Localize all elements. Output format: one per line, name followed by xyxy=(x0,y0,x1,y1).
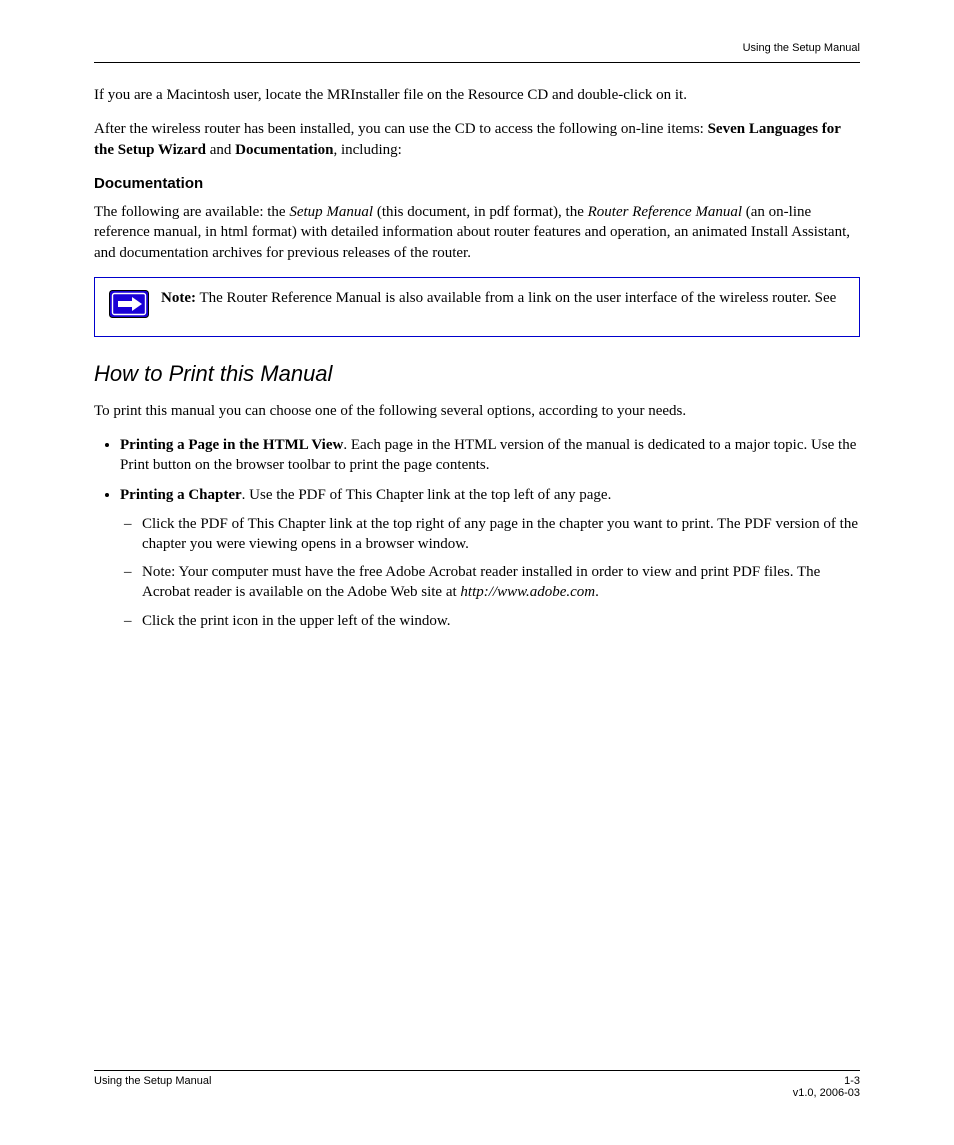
docs-p-prefix: The following are available: the xyxy=(94,204,289,220)
bullet-0-bold: Printing a Page in the HTML View xyxy=(120,437,343,453)
header-rule xyxy=(94,62,860,63)
print-options-list: Printing a Page in the HTML View. Each p… xyxy=(94,435,860,631)
sub-list: Click the PDF of This Chapter link at th… xyxy=(120,514,860,631)
list-item: Note: Your computer must have the free A… xyxy=(142,562,860,603)
bullet-1-bold: Printing a Chapter xyxy=(120,487,242,503)
note-box: Note: The Router Reference Manual is als… xyxy=(94,277,860,337)
footer-right: 1-3 v1.0, 2006-03 xyxy=(793,1075,860,1099)
adobe-link: http://www.adobe.com xyxy=(460,584,595,600)
docs-italic-a: Setup Manual xyxy=(289,204,373,220)
docs-p-mid: (this document, in pdf format), the xyxy=(373,204,588,220)
page: Using the Setup Manual If you are a Maci… xyxy=(0,0,954,1145)
section-heading: How to Print this Manual xyxy=(94,359,860,389)
intro-paragraph-1: If you are a Macintosh user, locate the … xyxy=(94,85,860,105)
documentation-paragraph: The following are available: the Setup M… xyxy=(94,202,860,263)
note-text: Note: The Router Reference Manual is als… xyxy=(161,288,845,308)
section-intro: To print this manual you can choose one … xyxy=(94,401,860,421)
footer-page-number: 1-3 xyxy=(793,1075,860,1087)
intro-p2-bold-b: Documentation xyxy=(235,142,333,158)
list-item: Click the PDF of This Chapter link at th… xyxy=(142,514,860,555)
note-body: The Router Reference Manual is also avai… xyxy=(199,290,836,306)
documentation-title: Documentation xyxy=(94,174,860,194)
intro-p2-suffix: , including: xyxy=(333,142,401,158)
list-item: Printing a Page in the HTML View. Each p… xyxy=(120,435,860,476)
page-content: If you are a Macintosh user, locate the … xyxy=(94,85,860,645)
header-right: Using the Setup Manual xyxy=(743,42,860,54)
bullet-1-rest: . Use the PDF of This Chapter link at th… xyxy=(242,487,612,503)
footer-version: v1.0, 2006-03 xyxy=(793,1087,860,1099)
note-label: Note: xyxy=(161,290,196,306)
arrow-right-icon xyxy=(109,290,149,324)
intro-p2-prefix: After the wireless router has been insta… xyxy=(94,121,708,137)
list-item: Printing a Chapter. Use the PDF of This … xyxy=(120,485,860,631)
sub-1-suffix: . xyxy=(595,584,599,600)
docs-italic-b: Router Reference Manual xyxy=(588,204,742,220)
intro-paragraph-2: After the wireless router has been insta… xyxy=(94,119,860,160)
intro-p2-mid: and xyxy=(206,142,235,158)
page-footer: Using the Setup Manual 1-3 v1.0, 2006-03 xyxy=(94,1070,860,1099)
list-item: Click the print icon in the upper left o… xyxy=(142,611,860,631)
footer-left: Using the Setup Manual xyxy=(94,1075,211,1087)
